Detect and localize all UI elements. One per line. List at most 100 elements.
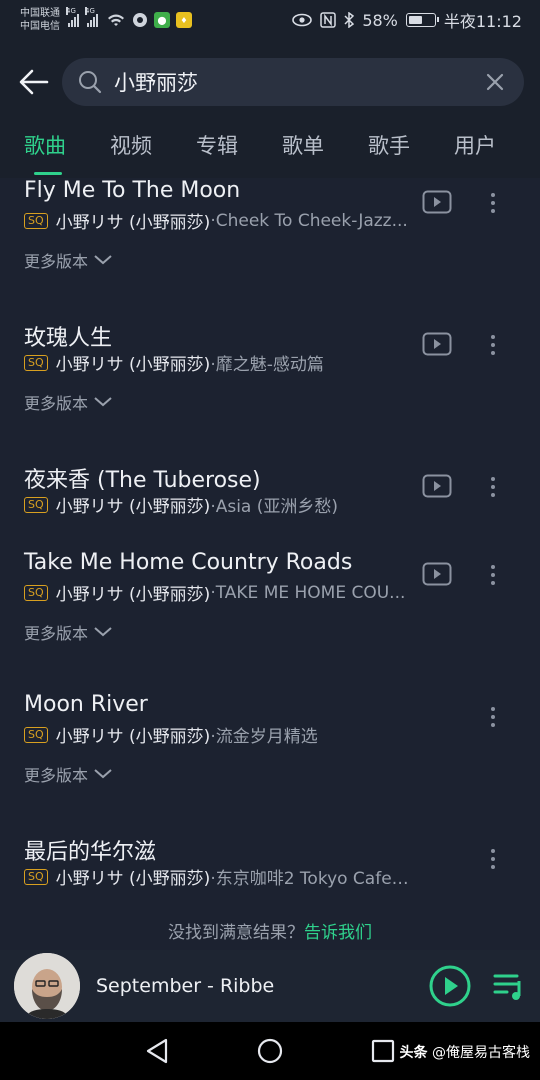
nav-home-icon[interactable] bbox=[257, 1038, 283, 1064]
tab-videos[interactable]: 视频 bbox=[110, 124, 196, 178]
chevron-down-icon bbox=[94, 397, 112, 407]
more-versions-label: 更多版本 bbox=[24, 766, 89, 785]
mini-player[interactable]: September - Ribbe bbox=[0, 950, 540, 1022]
more-options-button[interactable] bbox=[480, 188, 506, 218]
tab-albums[interactable]: 专辑 bbox=[196, 124, 282, 178]
sync-icon bbox=[133, 13, 147, 27]
song-meta: SQ 小野リサ (小野丽莎) ·TAKE ME HOME COU... bbox=[24, 580, 414, 605]
chevron-down-icon bbox=[94, 255, 112, 265]
back-button[interactable] bbox=[16, 64, 52, 100]
sq-badge: SQ bbox=[24, 496, 48, 513]
song-list: Fly Me To The Moon SQ 小野リサ (小野丽莎) ·Cheek… bbox=[0, 178, 540, 910]
category-tabs: 歌曲 视频 专辑 歌单 歌手 用户 bbox=[0, 124, 540, 178]
more-options-button[interactable] bbox=[480, 472, 506, 502]
sq-badge: SQ bbox=[24, 868, 48, 885]
song-album: ·Cheek To Cheek-Jazz... bbox=[210, 210, 408, 231]
sq-badge: SQ bbox=[24, 726, 48, 743]
watermark-handle: @俺屋易古客栈 bbox=[432, 1045, 530, 1061]
close-icon bbox=[486, 73, 504, 91]
more-versions-label: 更多版本 bbox=[24, 394, 89, 413]
song-artist[interactable]: 小野リサ (小野丽莎) bbox=[56, 492, 211, 517]
tab-songs[interactable]: 歌曲 bbox=[24, 124, 110, 178]
search-input[interactable]: 小野丽莎 bbox=[114, 67, 482, 97]
mv-play-icon[interactable] bbox=[422, 474, 452, 498]
carrier-info: 中国联通 中国电信 bbox=[20, 7, 60, 33]
chevron-down-icon bbox=[94, 769, 112, 779]
album-cover[interactable] bbox=[14, 953, 80, 1019]
battery-percent: 58% bbox=[362, 10, 398, 30]
song-title: Moon River bbox=[24, 692, 148, 717]
more-options-button[interactable] bbox=[480, 330, 506, 360]
song-title: 最后的华尔滋 bbox=[24, 840, 157, 865]
feedback-text: 没找到满意结果？ bbox=[168, 923, 304, 943]
battery-icon bbox=[405, 13, 439, 27]
song-title: Take Me Home Country Roads bbox=[24, 550, 353, 575]
song-artist[interactable]: 小野リサ (小野丽莎) bbox=[56, 350, 211, 375]
song-title: 夜来香 (The Tuberose) bbox=[24, 468, 261, 493]
clear-search-button[interactable] bbox=[482, 69, 508, 95]
song-album: ·靡之魅-感动篇 bbox=[210, 355, 324, 375]
signal-2-icon: 4G bbox=[85, 7, 98, 27]
song-artist[interactable]: 小野リサ (小野丽莎) bbox=[56, 722, 211, 747]
song-meta: SQ 小野リサ (小野丽莎) ·流金岁月精选 bbox=[24, 722, 414, 747]
more-versions-button[interactable]: 更多版本 bbox=[24, 762, 112, 786]
now-playing-title[interactable]: September - Ribbe bbox=[96, 975, 274, 997]
app-notification-icon: ⬤ bbox=[154, 12, 170, 28]
more-versions-label: 更多版本 bbox=[24, 252, 89, 271]
more-options-button[interactable] bbox=[480, 844, 506, 874]
watermark: 头条 @俺屋易古客栈 bbox=[400, 1042, 530, 1062]
song-title: 玫瑰人生 bbox=[24, 326, 113, 351]
tab-users[interactable]: 用户 bbox=[454, 124, 540, 178]
mv-play-icon[interactable] bbox=[422, 190, 452, 214]
nav-back-icon[interactable] bbox=[145, 1038, 169, 1064]
song-album: ·流金岁月精选 bbox=[210, 727, 318, 747]
song-artist[interactable]: 小野リサ (小野丽莎) bbox=[56, 580, 211, 605]
tab-playlists[interactable]: 歌单 bbox=[282, 124, 368, 178]
search-icon bbox=[79, 71, 102, 94]
tab-artists[interactable]: 歌手 bbox=[368, 124, 454, 178]
mv-play-icon[interactable] bbox=[422, 562, 452, 586]
more-versions-label: 更多版本 bbox=[24, 624, 89, 643]
song-album: ·TAKE ME HOME COU... bbox=[210, 582, 406, 603]
sq-badge: SQ bbox=[24, 354, 48, 371]
play-icon[interactable] bbox=[428, 964, 472, 1008]
artist-portrait-icon bbox=[14, 953, 80, 1019]
network-type-2: 4G bbox=[85, 7, 95, 15]
network-type-1: 4G bbox=[66, 7, 76, 15]
search-box[interactable]: 小野丽莎 bbox=[62, 58, 524, 106]
song-meta: SQ 小野リサ (小野丽莎) ·东京咖啡2 Tokyo Cafe - Smo..… bbox=[24, 864, 414, 889]
sq-badge: SQ bbox=[24, 212, 48, 229]
status-bar: 中国联通 中国电信 4G 4G ⬤ ♦ 58% 半夜11:12 bbox=[0, 0, 540, 40]
signal-1-icon: 4G bbox=[66, 7, 79, 27]
bluetooth-icon bbox=[344, 12, 355, 28]
mv-play-icon[interactable] bbox=[422, 332, 452, 356]
chevron-down-icon bbox=[94, 627, 112, 637]
back-arrow-icon bbox=[19, 69, 49, 95]
song-album: ·Asia (亚洲乡愁) bbox=[210, 497, 339, 517]
song-artist[interactable]: 小野リサ (小野丽莎) bbox=[56, 208, 211, 233]
eye-icon bbox=[292, 13, 313, 27]
more-versions-button[interactable]: 更多版本 bbox=[24, 620, 112, 644]
clock: 半夜11:12 bbox=[443, 12, 522, 31]
nav-recents-icon[interactable] bbox=[371, 1039, 395, 1063]
app-notification-icon-2: ♦ bbox=[176, 12, 192, 28]
search-feedback: 没找到满意结果？告诉我们 bbox=[0, 918, 540, 943]
song-meta: SQ 小野リサ (小野丽莎) ·靡之魅-感动篇 bbox=[24, 350, 414, 375]
more-options-button[interactable] bbox=[480, 560, 506, 590]
system-navbar: 头条 @俺屋易古客栈 bbox=[0, 1022, 540, 1080]
wifi-icon bbox=[108, 14, 124, 26]
more-versions-button[interactable]: 更多版本 bbox=[24, 390, 112, 414]
more-versions-button[interactable]: 更多版本 bbox=[24, 248, 112, 272]
playlist-queue-icon[interactable] bbox=[492, 969, 526, 1003]
song-title: Fly Me To The Moon bbox=[24, 178, 241, 203]
nfc-icon bbox=[320, 12, 337, 28]
song-artist[interactable]: 小野リサ (小野丽莎) bbox=[56, 864, 211, 889]
carrier-2: 中国电信 bbox=[20, 21, 60, 32]
more-options-button[interactable] bbox=[480, 702, 506, 732]
feedback-link[interactable]: 告诉我们 bbox=[304, 923, 372, 943]
song-meta: SQ 小野リサ (小野丽莎) ·Asia (亚洲乡愁) bbox=[24, 492, 414, 517]
watermark-brand: 头条 bbox=[399, 1045, 428, 1061]
song-meta: SQ 小野リサ (小野丽莎) ·Cheek To Cheek-Jazz... bbox=[24, 208, 414, 233]
song-album: ·东京咖啡2 Tokyo Cafe - Smo... bbox=[210, 869, 414, 889]
search-header: 小野丽莎 bbox=[0, 40, 540, 124]
